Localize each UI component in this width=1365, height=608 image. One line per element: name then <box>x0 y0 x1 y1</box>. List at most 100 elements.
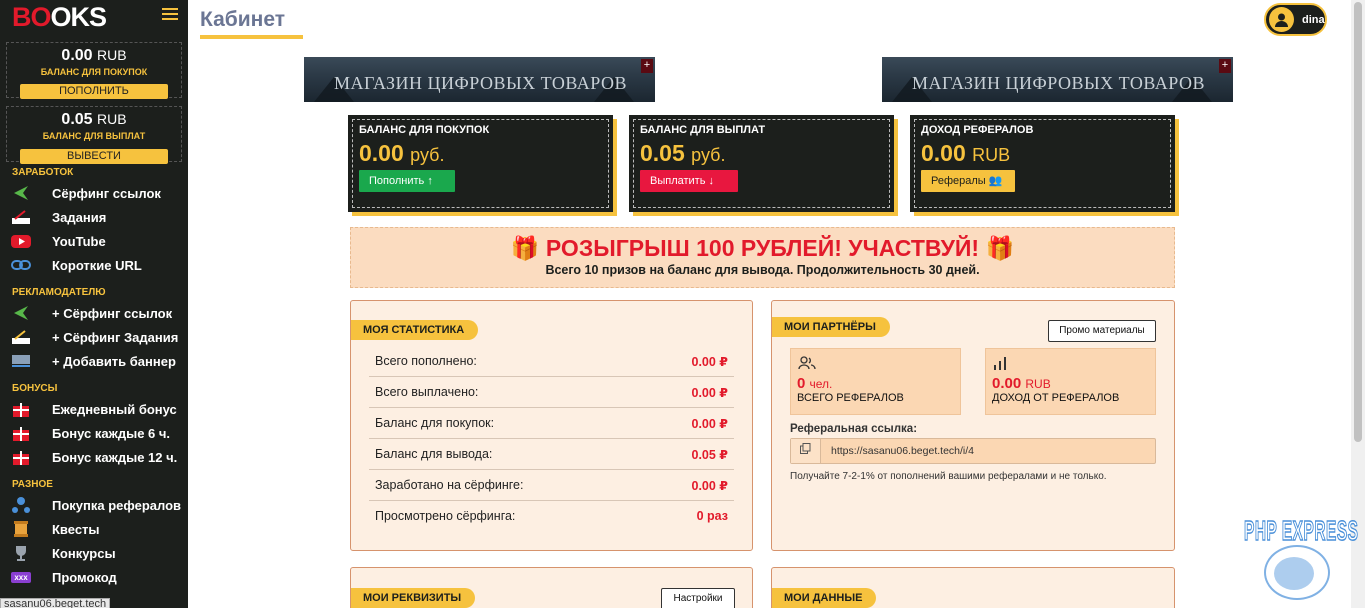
income-unit: RUB <box>1025 377 1051 391</box>
stat-value: 0.00 ₽ <box>691 355 729 369</box>
stat-row: Заработано на сёрфинге: 0.00 ₽ <box>369 470 734 501</box>
pay-balance-amount: 0.05 <box>61 111 93 128</box>
title-underline <box>200 35 303 39</box>
sidebar-item-label: Конкурсы <box>52 545 116 561</box>
gift-icon: 🎁 <box>510 235 546 261</box>
sidebar-item-label: Ежедневный бонус <box>52 401 177 417</box>
buy-balance-currency: RUB <box>97 47 127 63</box>
sidebar-item-buy-referrals[interactable]: Покупка рефералов <box>10 494 186 516</box>
banner-text: МАГАЗИН ЦИФРОВЫХ ТОВАРОВ <box>912 73 1206 93</box>
sidebar-item-label: + Сёрфинг ссылок <box>52 305 173 321</box>
stat-row: Просмотрено сёрфинга: 0 раз <box>369 501 734 532</box>
sidebar-item-label: + Сёрфинг Задания <box>52 329 179 345</box>
pay-balance-label: БАЛАНС ДЛЯ ВЫПЛАТ <box>42 131 146 141</box>
bar-chart-icon <box>993 356 1007 373</box>
scroll-icon <box>10 520 32 538</box>
sidebar: BOOKS 0.00 RUB БАЛАНС ДЛЯ ПОКУПОК ПОПОЛН… <box>0 0 188 608</box>
referral-income-card: 0.00 RUB ДОХОД ОТ РЕФЕРАЛОВ <box>985 348 1156 415</box>
stat-label: Баланс для покупок: <box>375 416 495 430</box>
stat-row: Всего пополнено: 0.00 ₽ <box>369 346 734 377</box>
copy-icon[interactable] <box>791 439 821 463</box>
scrollbar-thumb[interactable] <box>1354 2 1362 442</box>
settings-button[interactable]: Настройки <box>661 588 735 608</box>
card-pay-balance: БАЛАНС ДЛЯ ВЫПЛАТ 0.05 руб. Выплатить ↓ <box>629 115 894 212</box>
my-data-panel: МОИ ДАННЫЕ <box>771 567 1175 608</box>
trophy-icon <box>10 544 32 562</box>
my-partners-tag: МОИ ПАРТНЁРЫ <box>772 317 890 337</box>
sidebar-item-youtube[interactable]: YouTube <box>10 230 186 252</box>
stat-value: 0.05 ₽ <box>691 448 729 462</box>
sidebar-item-label: Покупка рефералов <box>52 497 182 513</box>
giveaway-title: РОЗЫГРЫШ 100 РУБЛЕЙ! УЧАСТВУЙ! <box>545 235 980 261</box>
logo-red-part: BO <box>12 2 51 32</box>
section-advertiser: РЕКЛАМОДАТЕЛЮ <box>12 287 106 298</box>
banner-plus-icon[interactable]: + <box>1219 59 1231 73</box>
sidebar-item-promocode[interactable]: xxx Промокод <box>10 566 186 588</box>
promo-materials-button[interactable]: Промо материалы <box>1048 320 1156 342</box>
ad-banner-left[interactable]: МАГАЗИН ЦИФРОВЫХ ТОВАРОВ + <box>304 57 655 102</box>
user-menu[interactable]: dina <box>1264 3 1327 36</box>
card-unit: руб. <box>691 145 726 165</box>
stat-label: Всего пополнено: <box>375 354 477 368</box>
sidebar-item-label: YouTube <box>52 233 106 249</box>
sidebar-item-label: + Добавить баннер <box>52 353 176 369</box>
stat-row: Баланс для вывода: 0.05 ₽ <box>369 439 734 470</box>
gift-icon <box>10 448 32 466</box>
sidebar-item-label: Короткие URL <box>52 257 142 273</box>
status-bar-url: sasanu06.beget.tech <box>0 598 111 608</box>
gift-icon: 🎁 <box>979 235 1015 261</box>
section-earn: ЗАРАБОТОК <box>12 167 74 178</box>
sidebar-item-add-tasks[interactable]: + Сёрфинг Задания <box>10 326 186 348</box>
giveaway-subtitle: Всего 10 призов на баланс для вывода. Пр… <box>545 263 980 277</box>
logo[interactable]: BOOKS <box>12 2 108 33</box>
ref-link-value: https://sasanu06.beget.tech/i/4 <box>831 445 975 457</box>
card-referral-income: ДОХОД РЕФЕРАЛОВ 0.00 RUB Рефералы 👥 <box>910 115 1175 212</box>
giveaway-banner[interactable]: 🎁 РОЗЫГРЫШ 100 РУБЛЕЙ! УЧАСТВУЙ! 🎁 Всего… <box>350 227 1175 288</box>
arrow-left-icon <box>10 184 32 202</box>
ref-link-field[interactable]: https://sasanu06.beget.tech/i/4 <box>790 438 1156 464</box>
ad-banner-right[interactable]: МАГАЗИН ЦИФРОВЫХ ТОВАРОВ + <box>882 57 1233 102</box>
sidebar-item-label: Задания <box>52 209 107 225</box>
sidebar-item-add-banner[interactable]: + Добавить баннер <box>10 350 186 372</box>
stat-label: Всего выплачено: <box>375 385 479 399</box>
gift-icon <box>10 424 32 442</box>
stat-label: Заработано на сёрфинге: <box>375 478 524 492</box>
username: dina <box>1302 13 1325 26</box>
card-value: 0.05 <box>640 140 685 166</box>
sidebar-item-quests[interactable]: Квесты <box>10 518 186 540</box>
page-title: Кабинет <box>200 8 286 31</box>
referrals-unit: чел. <box>809 377 833 391</box>
menu-toggle-icon[interactable] <box>162 8 178 22</box>
watermark-logo: PHP EXPRESS <box>1244 514 1358 600</box>
withdraw-button[interactable]: ВЫВЕСТИ <box>20 149 168 164</box>
sidebar-item-daily-bonus[interactable]: Ежедневный бонус <box>10 398 186 420</box>
sidebar-item-bonus-12h[interactable]: Бонус каждые 12 ч. <box>10 446 186 468</box>
user-avatar-icon <box>1269 7 1294 32</box>
sidebar-item-label: Бонус каждые 6 ч. <box>52 425 171 441</box>
sidebar-item-short-url[interactable]: Короткие URL <box>10 254 186 276</box>
withdraw-card-button[interactable]: Выплатить ↓ <box>640 170 738 192</box>
sidebar-item-label: Бонус каждые 12 ч. <box>52 449 178 465</box>
referrals-card-button[interactable]: Рефералы 👥 <box>921 170 1015 192</box>
sidebar-item-label: Промокод <box>52 569 117 585</box>
section-misc: РАЗНОЕ <box>12 479 53 490</box>
my-partners-panel: МОИ ПАРТНЁРЫ Промо материалы 0 чел. ВСЕГ… <box>771 300 1175 551</box>
sidebar-item-bonus-6h[interactable]: Бонус каждые 6 ч. <box>10 422 186 444</box>
logo-rest-part: OKS <box>50 2 108 32</box>
card-unit: RUB <box>972 145 1011 165</box>
topup-button[interactable]: ПОПОЛНИТЬ <box>20 84 168 99</box>
stat-label: Просмотрено сёрфинга: <box>375 509 516 523</box>
sidebar-item-add-surfing[interactable]: + Сёрфинг ссылок <box>10 302 186 324</box>
my-requisites-panel: МОИ РЕКВИЗИТЫ Настройки <box>350 567 753 608</box>
banner-plus-icon[interactable]: + <box>641 59 653 73</box>
sidebar-item-tasks[interactable]: Задания <box>10 206 186 228</box>
sidebar-item-label: Квесты <box>52 521 100 537</box>
stat-value: 0.00 ₽ <box>691 479 729 493</box>
section-bonuses: БОНУСЫ <box>12 383 58 394</box>
card-label: БАЛАНС ДЛЯ ПОКУПОК <box>359 124 490 136</box>
sidebar-item-surfing[interactable]: Сёрфинг ссылок <box>10 182 186 204</box>
sidebar-item-contests[interactable]: Конкурсы <box>10 542 186 564</box>
banner-text: МАГАЗИН ЦИФРОВЫХ ТОВАРОВ <box>334 73 628 93</box>
topup-card-button[interactable]: Пополнить ↑ <box>359 170 455 192</box>
my-statistics-panel: МОЯ СТАТИСТИКА Всего пополнено: 0.00 ₽ Вс… <box>350 300 753 551</box>
